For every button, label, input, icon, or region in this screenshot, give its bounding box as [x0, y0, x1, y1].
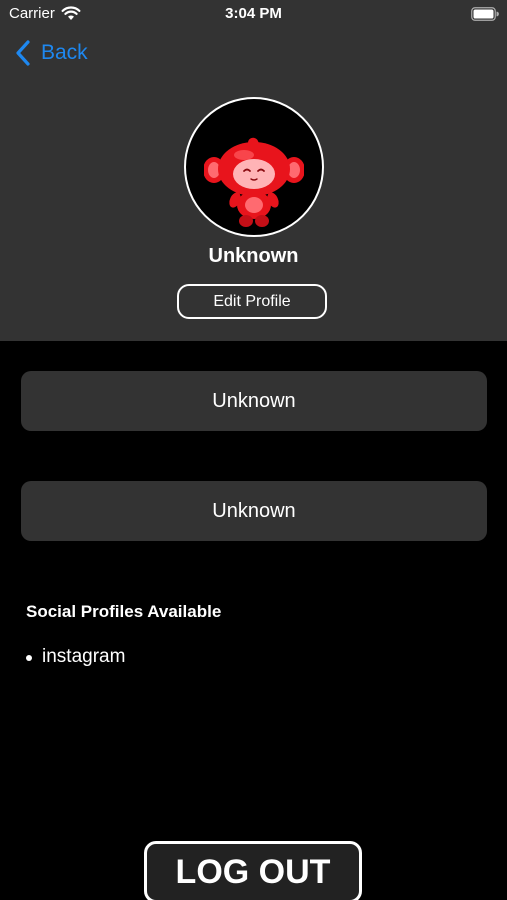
edit-profile-button[interactable]: Edit Profile	[177, 284, 327, 319]
status-time: 3:04 PM	[225, 5, 282, 22]
back-button[interactable]: Back	[15, 38, 88, 68]
back-label: Back	[41, 41, 88, 64]
status-bar: Carrier 3:04 PM	[0, 0, 507, 28]
profile-screen: Carrier 3:04 PM Back Unknown Edit Profil…	[0, 0, 507, 900]
red-monkey-mascot-icon	[204, 137, 304, 227]
logout-button[interactable]: LOG OUT	[144, 841, 362, 900]
social-profile-label: instagram	[42, 646, 126, 667]
profile-field-2-value: Unknown	[212, 499, 296, 522]
profile-field-1-value: Unknown	[212, 389, 296, 412]
social-profiles-title: Social Profiles Available	[26, 602, 222, 621]
profile-header: Carrier 3:04 PM Back Unknown Edit Profil…	[0, 0, 507, 341]
profile-field-1[interactable]: Unknown	[21, 371, 487, 431]
profile-name: Unknown	[208, 245, 299, 267]
profile-field-2[interactable]: Unknown	[21, 481, 487, 541]
chevron-left-icon	[16, 40, 30, 66]
bullet-icon	[26, 654, 32, 661]
social-profile-item[interactable]: instagram	[26, 646, 125, 668]
avatar[interactable]	[184, 97, 324, 237]
battery-icon	[471, 7, 499, 21]
